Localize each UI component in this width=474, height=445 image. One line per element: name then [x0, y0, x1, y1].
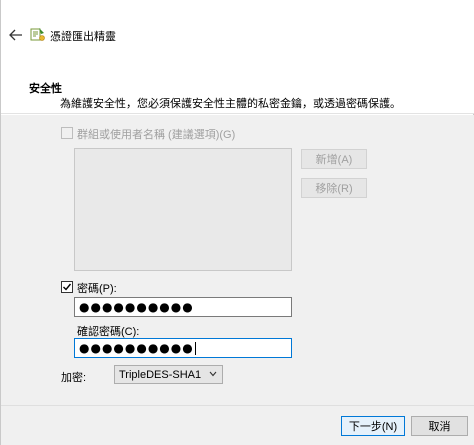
groups-list[interactable]	[74, 148, 292, 271]
section-title: 安全性	[29, 83, 62, 95]
back-button[interactable]	[5, 24, 27, 46]
checkmark-icon	[63, 283, 72, 291]
back-arrow-icon	[9, 29, 22, 41]
confirm-password-label: 確認密碼(C):	[77, 326, 140, 338]
encryption-select[interactable]: TripleDES-SHA1	[114, 365, 223, 384]
certificate-wizard-icon	[30, 28, 45, 41]
window-title: 憑證匯出精靈	[50, 31, 116, 43]
confirm-password-value: ●●●●●●●●●●	[79, 341, 194, 355]
title-bar: 憑證匯出精靈	[1, 0, 474, 70]
password-value: ●●●●●●●●●●	[79, 300, 194, 314]
password-input[interactable]: ●●●●●●●●●●	[74, 297, 292, 317]
cancel-button[interactable]: 取消	[411, 416, 468, 436]
next-button[interactable]: 下一步(N)	[341, 416, 405, 436]
remove-button[interactable]: 移除(R)	[301, 178, 367, 198]
confirm-password-input[interactable]: ●●●●●●●●●●	[74, 338, 292, 358]
text-caret	[194, 341, 196, 355]
chevron-down-icon	[209, 371, 217, 377]
groups-checkbox-label: 群組或使用者名稱 (建議選項)(G)	[77, 129, 236, 141]
groups-checkbox[interactable]	[61, 127, 73, 139]
section-description: 為維護安全性，您必須保護安全性主體的私密金鑰，或透過密碼保護。	[60, 98, 401, 110]
password-checkbox-label: 密碼(P):	[77, 283, 117, 295]
encryption-label: 加密:	[61, 372, 87, 384]
encryption-selected-value: TripleDES-SHA1	[119, 368, 202, 381]
wizard-window: 憑證匯出精靈 安全性 為維護安全性，您必須保護安全性主體的私密金鑰，或透過密碼保…	[0, 0, 474, 445]
add-button[interactable]: 新增(A)	[301, 149, 367, 169]
password-checkbox[interactable]	[61, 281, 73, 293]
